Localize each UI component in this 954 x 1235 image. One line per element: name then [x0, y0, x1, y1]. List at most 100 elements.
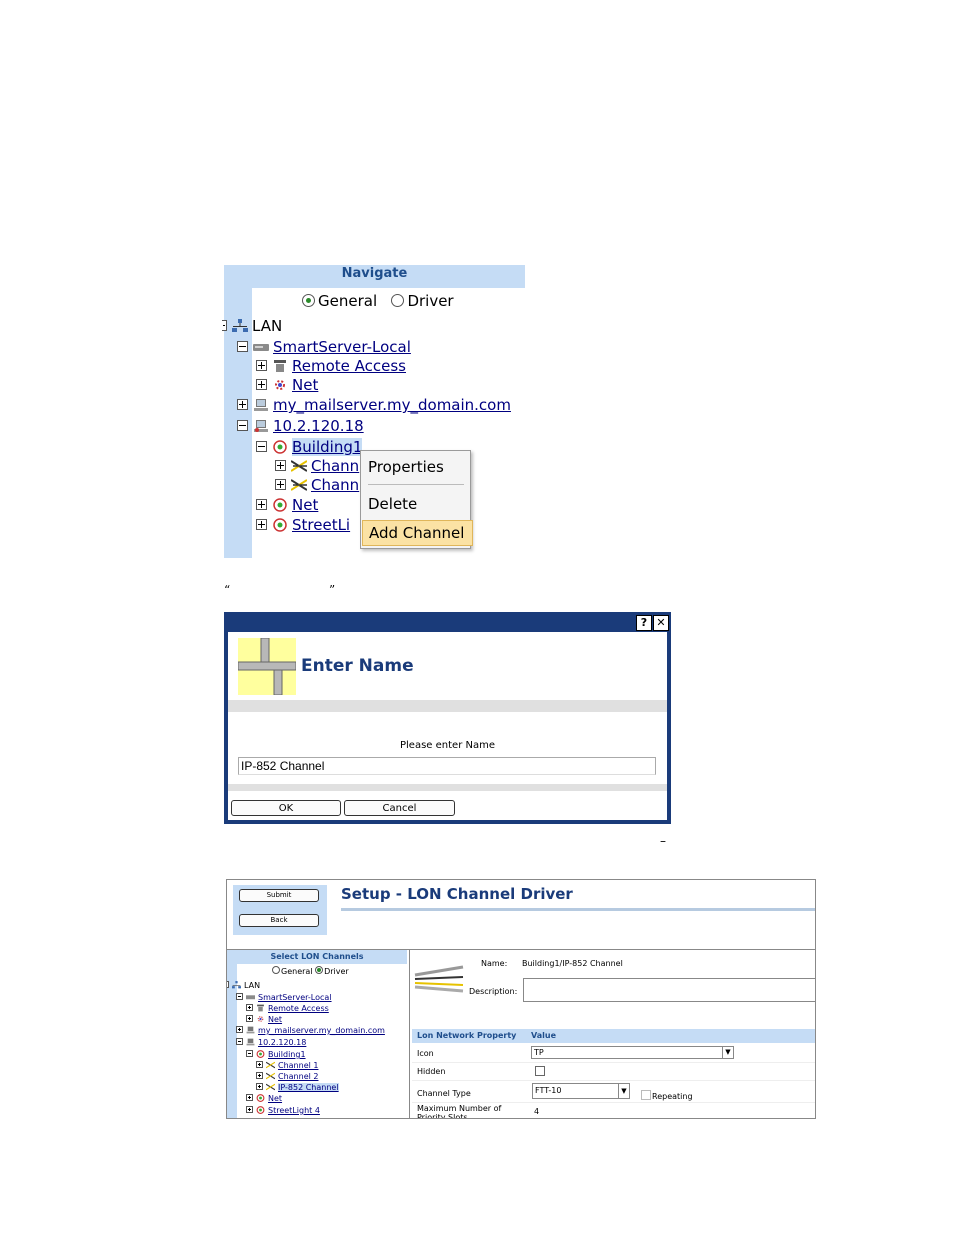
setup-tree-streetlight4[interactable]: StreetLight 4	[246, 1105, 320, 1116]
lon-channel-tree: Select LON Channels General Driver LAN S…	[227, 950, 409, 1118]
setup-tree-lan[interactable]: LAN	[227, 980, 260, 991]
name-input[interactable]: IP-852 Channel	[238, 757, 656, 775]
cancel-button[interactable]: Cancel	[344, 800, 455, 816]
hidden-checkbox[interactable]	[535, 1066, 545, 1076]
menu-item-delete[interactable]: Delete	[368, 492, 464, 516]
expand-icon[interactable]	[237, 399, 248, 410]
radio-general[interactable]: General	[302, 292, 377, 310]
title-underline	[341, 908, 815, 911]
collapse-icon[interactable]	[256, 441, 267, 452]
repeating-label: Repeating	[652, 1092, 693, 1101]
phone-icon	[272, 359, 288, 373]
ok-button[interactable]: OK	[231, 800, 341, 816]
expand-icon[interactable]	[246, 1094, 253, 1101]
computer-icon	[246, 1026, 255, 1034]
setup-tree-ip-node[interactable]: 10.2.120.18	[236, 1037, 306, 1048]
tree-item-net2[interactable]: Net	[256, 496, 318, 515]
setup-radio-general[interactable]: General	[272, 966, 313, 976]
action-buttons-panel: Submit Back	[233, 885, 327, 935]
computer-icon	[253, 398, 269, 412]
description-input[interactable]	[523, 978, 815, 1002]
expand-icon[interactable]	[256, 1072, 263, 1079]
icon-select[interactable]: TP ▼	[531, 1046, 734, 1059]
radio-driver[interactable]: Driver	[391, 292, 454, 310]
computer-icon	[253, 419, 269, 433]
expand-icon[interactable]	[256, 1061, 263, 1068]
expand-icon[interactable]	[246, 1015, 253, 1022]
expand-icon[interactable]	[256, 499, 267, 510]
lan-icon	[232, 319, 248, 333]
menu-item-add-channel[interactable]: Add Channel	[362, 520, 473, 546]
tree-item-ip-node[interactable]: 10.2.120.18	[237, 417, 364, 436]
lns-icon	[272, 518, 288, 532]
expand-icon[interactable]	[256, 360, 267, 371]
setup-tree-smartserver-local[interactable]: SmartServer-Local	[236, 992, 332, 1003]
tree-item-smartserver-local[interactable]: SmartServer-Local	[237, 338, 411, 357]
tree-item-lan[interactable]: LAN	[222, 317, 282, 336]
setup-tree-remote-access[interactable]: Remote Access	[246, 1003, 329, 1014]
expand-icon[interactable]	[246, 1106, 253, 1113]
expand-icon[interactable]	[246, 1004, 253, 1011]
channel-type-select[interactable]: FTT-10 ▼	[532, 1083, 630, 1099]
setup-tree-net[interactable]: Net	[246, 1014, 282, 1025]
lns-icon	[256, 1094, 265, 1102]
tree-item-mailserver[interactable]: my_mailserver.my_domain.com	[237, 396, 511, 415]
navigate-header: Navigate	[224, 265, 525, 288]
tree-item-streetlight[interactable]: StreetLi	[256, 516, 350, 535]
expand-icon[interactable]	[275, 460, 286, 471]
row-max-priority-slots: Maximum Number of Priority Slots 4	[412, 1104, 815, 1118]
setup-tree-building1[interactable]: Building1	[246, 1049, 306, 1060]
property-grid-header: Lon Network Property Value	[412, 1029, 815, 1043]
setup-tree-channel2[interactable]: Channel 2	[256, 1071, 318, 1082]
tree-item-channel-b[interactable]: Chann	[275, 476, 359, 495]
caption-close-quote: ”	[329, 583, 336, 597]
help-button[interactable]: ?	[636, 615, 652, 631]
expand-icon[interactable]	[256, 1083, 263, 1090]
col-lon-network-property: Lon Network Property	[417, 1031, 517, 1040]
radio-general-icon	[272, 966, 280, 974]
expand-icon[interactable]	[256, 379, 267, 390]
page-title: Setup - LON Channel Driver	[341, 885, 573, 903]
setup-tree-mailserver[interactable]: my_mailserver.my_domain.com	[236, 1025, 385, 1036]
collapse-icon[interactable]	[237, 341, 248, 352]
expand-icon[interactable]	[256, 519, 267, 530]
max-priority-value: 4	[534, 1107, 540, 1116]
row-channel-type: Channel Type FTT-10 ▼ Repeating	[412, 1082, 815, 1103]
tree-item-building1[interactable]: Building1	[256, 438, 363, 457]
tree-divider	[409, 950, 410, 1118]
collapse-icon[interactable]	[237, 420, 248, 431]
collapse-icon[interactable]	[236, 1038, 243, 1045]
setup-tree-channel1[interactable]: Channel 1	[256, 1060, 318, 1071]
submit-button[interactable]: Submit	[239, 889, 319, 902]
collapse-icon[interactable]	[246, 1050, 253, 1057]
setup-view-radios: General Driver	[272, 966, 349, 977]
server-icon	[253, 340, 269, 354]
collapse-icon[interactable]	[222, 320, 227, 331]
close-button[interactable]: ✕	[653, 615, 669, 631]
radio-driver-icon	[391, 294, 405, 307]
setup-panel: Submit Back Setup - LON Channel Driver S…	[226, 879, 816, 1119]
computer-icon	[246, 1038, 255, 1046]
tree-item-channel-a[interactable]: Chann	[275, 457, 359, 476]
collapse-icon[interactable]	[227, 981, 229, 988]
phone-icon	[256, 1004, 265, 1012]
collapse-icon[interactable]	[236, 993, 243, 1000]
enter-name-dialog: ? ✕ Enter Name Please enter Name IP-852 …	[224, 612, 671, 824]
lns-icon	[272, 498, 288, 512]
repeating-checkbox[interactable]	[641, 1090, 651, 1100]
caption-dash: –	[660, 834, 666, 848]
hidden-label: Hidden	[417, 1067, 446, 1076]
expand-icon[interactable]	[236, 1026, 243, 1033]
tree-item-remote-access[interactable]: Remote Access	[256, 357, 406, 376]
dialog-band-bottom	[228, 784, 667, 791]
setup-tree-ip852-channel[interactable]: IP-852 Channel	[256, 1082, 339, 1093]
tree-item-net[interactable]: Net	[256, 376, 318, 395]
dropdown-arrow-icon: ▼	[722, 1047, 733, 1058]
setup-tree-net2[interactable]: Net	[246, 1093, 282, 1104]
menu-item-properties[interactable]: Properties	[368, 455, 464, 479]
back-button[interactable]: Back	[239, 914, 319, 927]
lns-icon	[272, 440, 288, 454]
expand-icon[interactable]	[275, 479, 286, 490]
setup-radio-driver[interactable]: Driver	[315, 966, 349, 976]
name-label: Name:	[481, 959, 508, 968]
